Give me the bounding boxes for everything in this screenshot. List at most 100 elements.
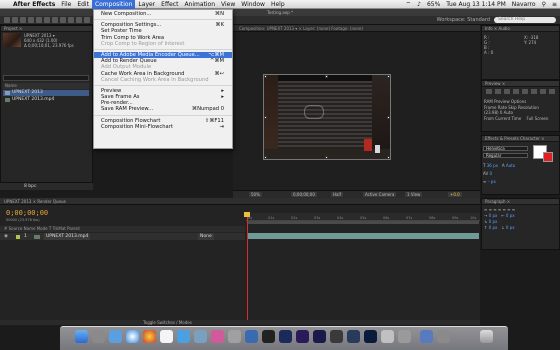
layer-name[interactable]: UPNEXT 2013.mp4 <box>44 233 91 240</box>
terminal-icon[interactable] <box>262 330 275 343</box>
layer-duration-bar[interactable] <box>247 233 479 239</box>
font-size-row[interactable]: T 36 px A Auto <box>483 163 515 168</box>
mask-tool-icon[interactable] <box>52 17 58 23</box>
time-ruler[interactable]: 0s 01s 02s 03s 04s 05s 06s 07s 08s 09s 1… <box>246 213 480 221</box>
font-style-dropdown[interactable]: Regular <box>483 153 528 158</box>
menu-help[interactable]: Help <box>268 0 288 9</box>
camera-tool-icon[interactable] <box>36 17 42 23</box>
menu-layer[interactable]: Layer <box>135 0 158 9</box>
indent-left-value[interactable]: 0 px <box>489 213 498 218</box>
camera-dropdown[interactable]: Active Camera <box>363 192 397 197</box>
transform-handle[interactable] <box>387 156 390 159</box>
itunes-icon[interactable] <box>211 330 224 343</box>
project-name-header[interactable]: Name <box>3 83 89 89</box>
user-name[interactable]: Navarro <box>509 0 539 9</box>
font-size-value[interactable]: 36 px <box>487 163 498 168</box>
after-effects-icon[interactable] <box>296 330 309 343</box>
list-item[interactable]: UPNEXT 2013.mp4 <box>3 97 89 103</box>
paragraph-tab[interactable]: Paragraph × <box>482 199 559 205</box>
last-frame-icon[interactable] <box>522 89 528 94</box>
table-row[interactable]: ◉ 1 UPNEXT 2013.mp4 None <box>0 233 245 240</box>
composition-frame[interactable] <box>263 74 391 160</box>
preview-tab[interactable]: Preview × <box>482 81 559 87</box>
resolution-dropdown[interactable]: Half <box>331 192 343 197</box>
hand-tool-icon[interactable] <box>12 17 18 23</box>
chrome-icon[interactable] <box>143 330 156 343</box>
battery-indicator[interactable]: 65% <box>424 0 443 9</box>
app-icon[interactable] <box>381 330 394 343</box>
calendar-icon[interactable] <box>160 330 173 343</box>
tracking-value[interactable]: 0 <box>490 171 493 176</box>
selection-tool-icon[interactable] <box>4 17 10 23</box>
space-after-value[interactable]: 0 px <box>506 225 515 230</box>
project-search-input[interactable] <box>3 75 89 81</box>
loop-icon[interactable] <box>540 89 546 94</box>
preview-app-icon[interactable] <box>228 330 241 343</box>
indent-first-value[interactable]: 0 px <box>489 219 498 224</box>
rotate-tool-icon[interactable] <box>28 17 34 23</box>
full-screen-checkbox[interactable]: Full Screen <box>527 116 549 121</box>
parent-dropdown[interactable]: None <box>198 233 214 240</box>
transform-handle[interactable] <box>387 116 390 119</box>
pen-tool-icon[interactable] <box>60 17 66 23</box>
menu-edit[interactable]: Edit <box>74 0 92 9</box>
app-icon[interactable] <box>398 330 411 343</box>
tracking-row[interactable]: AV 0 <box>483 171 492 176</box>
messages-icon[interactable] <box>194 330 207 343</box>
safari-icon[interactable] <box>126 330 139 343</box>
list-item[interactable]: UPNEXT 2013 <box>3 90 89 96</box>
transform-handle[interactable] <box>325 156 328 159</box>
type-tool-icon[interactable] <box>68 17 74 23</box>
character-tab[interactable]: Effects & Presets Character × <box>482 136 559 142</box>
from-current-time-checkbox[interactable]: From Current Time <box>484 116 521 121</box>
search-help-input[interactable]: Search Help <box>494 17 556 23</box>
premiere-icon[interactable] <box>279 330 292 343</box>
app-menu[interactable]: After Effects <box>10 0 58 9</box>
timeline-timecode[interactable]: 0;00;00;00 <box>6 209 48 217</box>
clock[interactable]: Tue Aug 13 1:14 PM <box>443 0 509 9</box>
zoom-tool-icon[interactable] <box>20 17 26 23</box>
pan-behind-tool-icon[interactable] <box>44 17 50 23</box>
notification-icon[interactable]: ≡ <box>549 0 560 9</box>
app-store-icon[interactable] <box>109 330 122 343</box>
finder-icon[interactable] <box>75 330 88 343</box>
first-frame-icon[interactable] <box>486 89 492 94</box>
project-tab[interactable]: Project × <box>1 26 92 32</box>
menu-composition[interactable]: Composition <box>91 0 136 9</box>
menu-effect[interactable]: Effect <box>158 0 181 9</box>
menu-window[interactable]: Window <box>238 0 268 9</box>
workspace-selector[interactable]: Workspace: Standard <box>437 17 490 23</box>
font-family-dropdown[interactable]: Helvetica <box>483 146 528 151</box>
system-prefs-icon[interactable] <box>245 330 258 343</box>
volume-icon[interactable]: ♪ <box>414 0 424 9</box>
documents-stack-icon[interactable] <box>437 330 450 343</box>
downloads-stack-icon[interactable] <box>420 330 433 343</box>
toggle-switches-modes[interactable]: Toggle Switches / Modes <box>143 320 192 325</box>
playhead-handle[interactable] <box>244 212 250 217</box>
info-tab[interactable]: Info × Audio <box>482 26 559 32</box>
viewer-tabs[interactable]: Composition: UPNEXT 2013 ▾ × Layer: (non… <box>233 25 480 32</box>
trash-icon[interactable] <box>480 330 493 343</box>
menu-item[interactable]: Save RAM Preview... ⌘Numpad 0 <box>94 106 232 112</box>
layer-color-label[interactable] <box>16 234 20 239</box>
stroke-row[interactable]: ≡ – px <box>483 179 496 184</box>
menu-view[interactable]: View <box>218 0 238 9</box>
space-before-value[interactable]: 0 px <box>489 225 498 230</box>
media-encoder-icon[interactable] <box>313 330 326 343</box>
stroke-color-swatch[interactable] <box>543 152 553 162</box>
bit-depth[interactable]: 8 bpc <box>24 184 36 189</box>
wifi-icon[interactable]: ⌔ <box>402 0 414 9</box>
transform-handle[interactable] <box>264 75 267 78</box>
transform-handle[interactable] <box>264 116 267 119</box>
indent-right-value[interactable]: 0 px <box>506 213 515 218</box>
transform-handle[interactable] <box>325 75 328 78</box>
visibility-icon[interactable]: ◉ <box>4 233 8 240</box>
work-area-bar[interactable] <box>247 221 479 224</box>
audio-icon[interactable] <box>531 89 537 94</box>
leading-value[interactable]: Auto <box>506 163 515 168</box>
prev-frame-icon[interactable] <box>495 89 501 94</box>
zoom-dropdown[interactable]: 50% <box>249 192 262 197</box>
timeline-tabs[interactable]: UPNEXT 2013 × Render Queue <box>0 198 480 205</box>
brush-tool-icon[interactable] <box>76 17 82 23</box>
viewer-timecode[interactable]: 0;00;00;00 <box>291 192 317 197</box>
